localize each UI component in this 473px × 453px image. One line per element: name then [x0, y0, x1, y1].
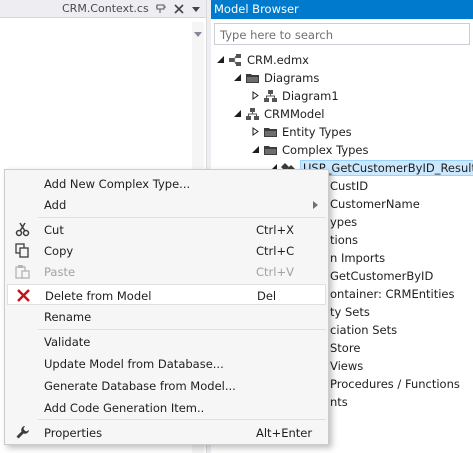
chevron-down-icon[interactable]: [190, 5, 202, 15]
menu-item-shortcut: Del: [257, 289, 277, 303]
tree-label-crmmodel: CRMModel: [264, 107, 325, 121]
menu-item-label: Cut: [44, 223, 64, 237]
tree-partial-row[interactable]: ciation Sets: [330, 323, 397, 341]
tree-partial-row[interactable]: nts: [330, 395, 348, 413]
menu-item-label: Add Code Generation Item..: [44, 401, 205, 415]
menu-item-label: Add: [44, 198, 67, 212]
menu-item-label: Generate Database from Model...: [44, 379, 236, 393]
menu-item-delete-from-model[interactable]: Delete from Model Del: [7, 284, 326, 305]
folder-icon: [264, 128, 277, 137]
menu-item-shortcut: Ctrl+X: [256, 223, 294, 237]
tree-label-diagram1: Diagram1: [282, 89, 339, 103]
tree-partial-row[interactable]: ty Sets: [330, 305, 370, 323]
menu-separator: [38, 217, 326, 218]
pin-icon[interactable]: [155, 2, 167, 15]
menu-item-label: Paste: [44, 265, 76, 279]
tree-partial-row[interactable]: n Imports: [330, 251, 385, 269]
tree-partial-row[interactable]: GetCustomerByID: [330, 269, 433, 287]
menu-item-label: Properties: [44, 426, 103, 440]
menu-item-paste[interactable]: Paste Ctrl+V: [7, 261, 326, 282]
expanded-arrow-icon[interactable]: [216, 55, 225, 64]
close-icon[interactable]: [173, 2, 185, 15]
copy-icon: [15, 243, 29, 258]
menu-item-add[interactable]: Add: [7, 194, 326, 215]
document-tab-bar: CRM.Context.cs: [0, 0, 206, 18]
menu-item-shortcut: Ctrl+V: [256, 265, 294, 279]
menu-item-generate-database-from-model[interactable]: Generate Database from Model...: [7, 375, 326, 396]
menu-item-label: Add New Complex Type...: [44, 177, 191, 191]
expanded-arrow-icon[interactable]: [233, 109, 242, 118]
model-browser-title: Model Browser: [214, 2, 299, 16]
tree-partial-row[interactable]: tions: [330, 233, 358, 251]
tree-partial-row[interactable]: CustID: [330, 179, 368, 197]
context-menu: Add New Complex Type... Add Cut Ctrl+X C…: [4, 169, 329, 445]
menu-item-label: Delete from Model: [45, 289, 152, 303]
menu-item-rename[interactable]: Rename: [7, 306, 326, 327]
tree-label-diagrams: Diagrams: [264, 71, 320, 85]
menu-item-properties[interactable]: Properties Alt+Enter: [7, 422, 326, 443]
model-browser-search-input[interactable]: Type here to search: [214, 23, 470, 45]
tree-label-edmx: CRM.edmx: [247, 53, 309, 67]
edmx-file-icon: [229, 54, 241, 66]
menu-item-add-new-complex-type[interactable]: Add New Complex Type...: [7, 173, 326, 194]
paste-icon: [15, 265, 30, 279]
menu-item-shortcut: Alt+Enter: [256, 426, 313, 440]
collapsed-arrow-icon[interactable]: [251, 127, 260, 136]
collapsed-arrow-icon[interactable]: [251, 91, 260, 100]
menu-item-validate[interactable]: Validate: [7, 331, 326, 352]
menu-item-update-model-from-database[interactable]: Update Model from Database...: [7, 353, 326, 374]
diagram-icon: [264, 90, 277, 102]
menu-separator: [38, 419, 326, 420]
menu-item-shortcut: Ctrl+C: [256, 244, 295, 258]
menu-item-label: Rename: [44, 310, 92, 324]
tree-partial-row[interactable]: Views: [330, 359, 363, 377]
folder-icon: [246, 74, 259, 83]
tree-label-entity-types: Entity Types: [282, 125, 352, 139]
model-icon: [246, 108, 259, 120]
menu-separator: [38, 329, 326, 330]
menu-item-label: Copy: [44, 244, 74, 258]
menu-item-copy[interactable]: Copy Ctrl+C: [7, 240, 326, 261]
expanded-arrow-icon[interactable]: [251, 145, 260, 154]
menu-item-add-code-generation-item[interactable]: Add Code Generation Item..: [7, 397, 326, 418]
search-placeholder: Type here to search: [220, 28, 334, 42]
scissors-icon: [15, 222, 30, 237]
document-tab-title[interactable]: CRM.Context.cs: [62, 2, 149, 15]
menu-item-cut[interactable]: Cut Ctrl+X: [7, 219, 326, 240]
menu-item-label: Validate: [44, 335, 91, 349]
menu-item-label: Update Model from Database...: [44, 357, 224, 371]
tree-label-complex-types: Complex Types: [282, 143, 369, 157]
tree-partial-row[interactable]: ypes: [330, 215, 357, 233]
tree-partial-row[interactable]: Store: [330, 341, 360, 359]
tree-partial-row[interactable]: Procedures / Functions: [330, 377, 460, 395]
expanded-arrow-icon[interactable]: [233, 73, 242, 82]
wrench-icon: [16, 426, 29, 439]
submenu-arrow-icon: [313, 201, 318, 209]
tree-partial-row[interactable]: CustomerName: [330, 197, 420, 215]
model-browser-titlebar[interactable]: Model Browser: [211, 0, 473, 19]
delete-x-icon: [17, 289, 30, 302]
tree-partial-row[interactable]: ontainer: CRMEntities: [330, 287, 454, 305]
folder-open-icon: [264, 146, 277, 155]
